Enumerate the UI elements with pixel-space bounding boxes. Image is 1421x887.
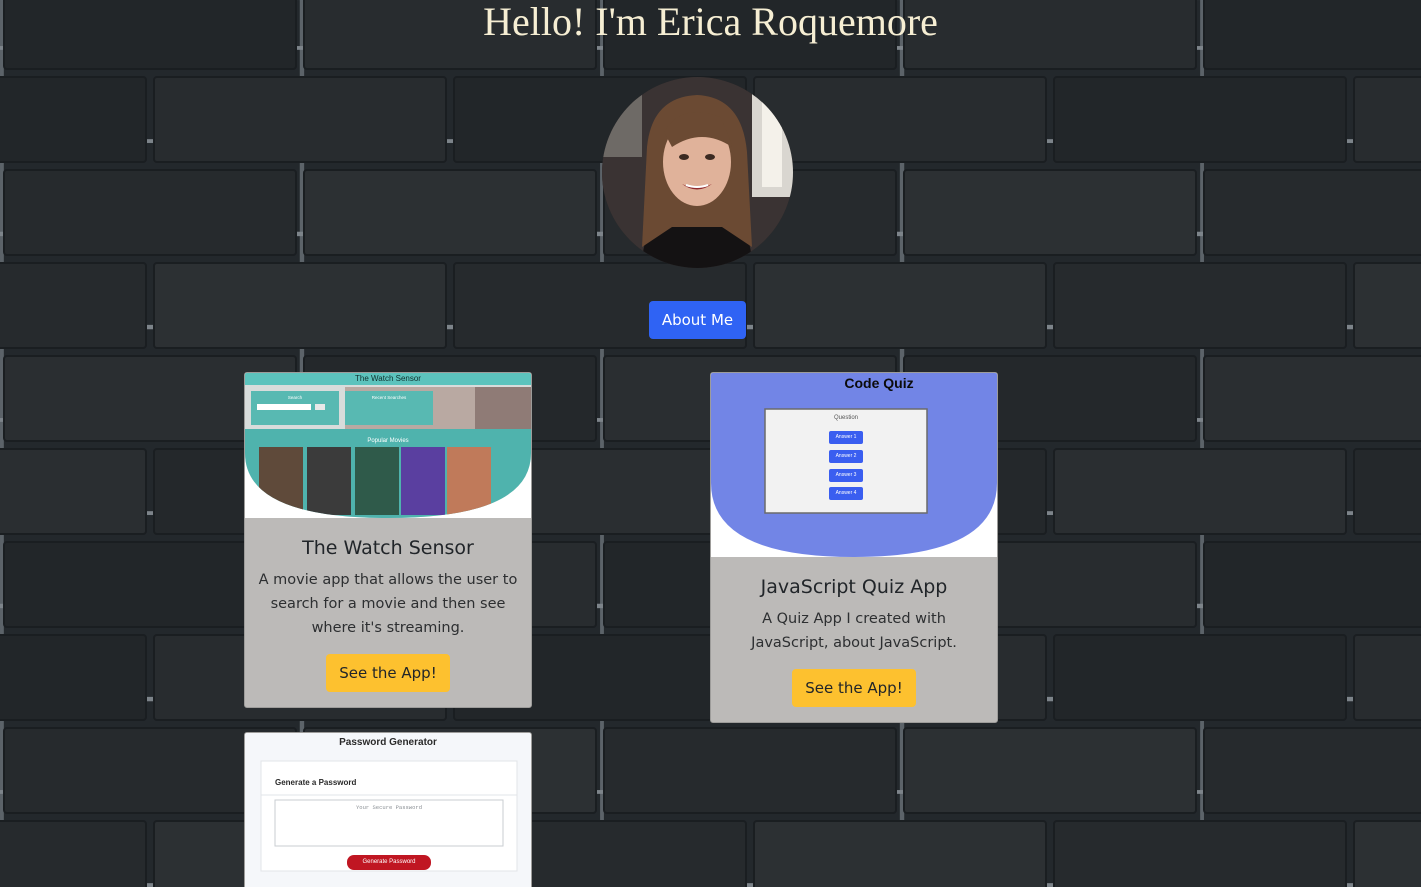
profile-photo (602, 77, 793, 268)
code-quiz-screenshot-answer-1: Answer 1 (835, 434, 857, 440)
password-generator-screenshot-heading: Password Generator (339, 737, 437, 748)
watch-sensor-screenshot-recent-label: Recent Searches (371, 395, 407, 400)
code-quiz-screenshot-answer-2: Answer 2 (835, 453, 857, 459)
password-generator-screenshot-placeholder: Your Secure Password (355, 804, 422, 811)
project-card-javascript-quiz: Code Quiz Question Answer 1 Answer 2 Ans… (710, 372, 998, 723)
password-generator-screenshot-button: Generate Password (362, 859, 416, 865)
watch-sensor-screenshot-search-label: Search (287, 395, 303, 400)
project-card-watch-sensor: The Watch Sensor Search Recent Searches … (244, 372, 532, 708)
project-card-password-generator: Password Generator Generate a Password Y… (244, 732, 532, 887)
watch-sensor-screenshot-popular-label: Popular Movies (367, 438, 409, 444)
code-quiz-screenshot-answer-3: Answer 3 (835, 472, 857, 478)
code-quiz-screenshot-question: Question (833, 415, 858, 421)
password-generator-screenshot[interactable]: Password Generator Generate a Password Y… (245, 733, 531, 887)
see-the-app-button[interactable]: See the App! (326, 654, 450, 692)
code-quiz-screenshot-heading: Code Quiz (844, 375, 914, 391)
about-me-button[interactable]: About Me (649, 301, 746, 339)
watch-sensor-screenshot[interactable]: The Watch Sensor Search Recent Searches … (245, 373, 531, 518)
watch-sensor-screenshot-heading: The Watch Sensor (355, 374, 421, 383)
project-description: A Quiz App I created with JavaScript, ab… (751, 611, 957, 651)
see-the-app-button[interactable]: See the App! (792, 669, 916, 707)
page-title: Hello! I'm Erica Roquemore (483, 0, 938, 44)
project-title: The Watch Sensor (302, 537, 474, 559)
code-quiz-screenshot-answer-4: Answer 4 (835, 490, 857, 496)
password-generator-screenshot-subheading: Generate a Password (275, 778, 357, 787)
project-title: JavaScript Quiz App (760, 576, 948, 598)
project-description: A movie app that allows the user to sear… (258, 572, 518, 636)
code-quiz-screenshot[interactable]: Code Quiz Question Answer 1 Answer 2 Ans… (711, 373, 997, 557)
